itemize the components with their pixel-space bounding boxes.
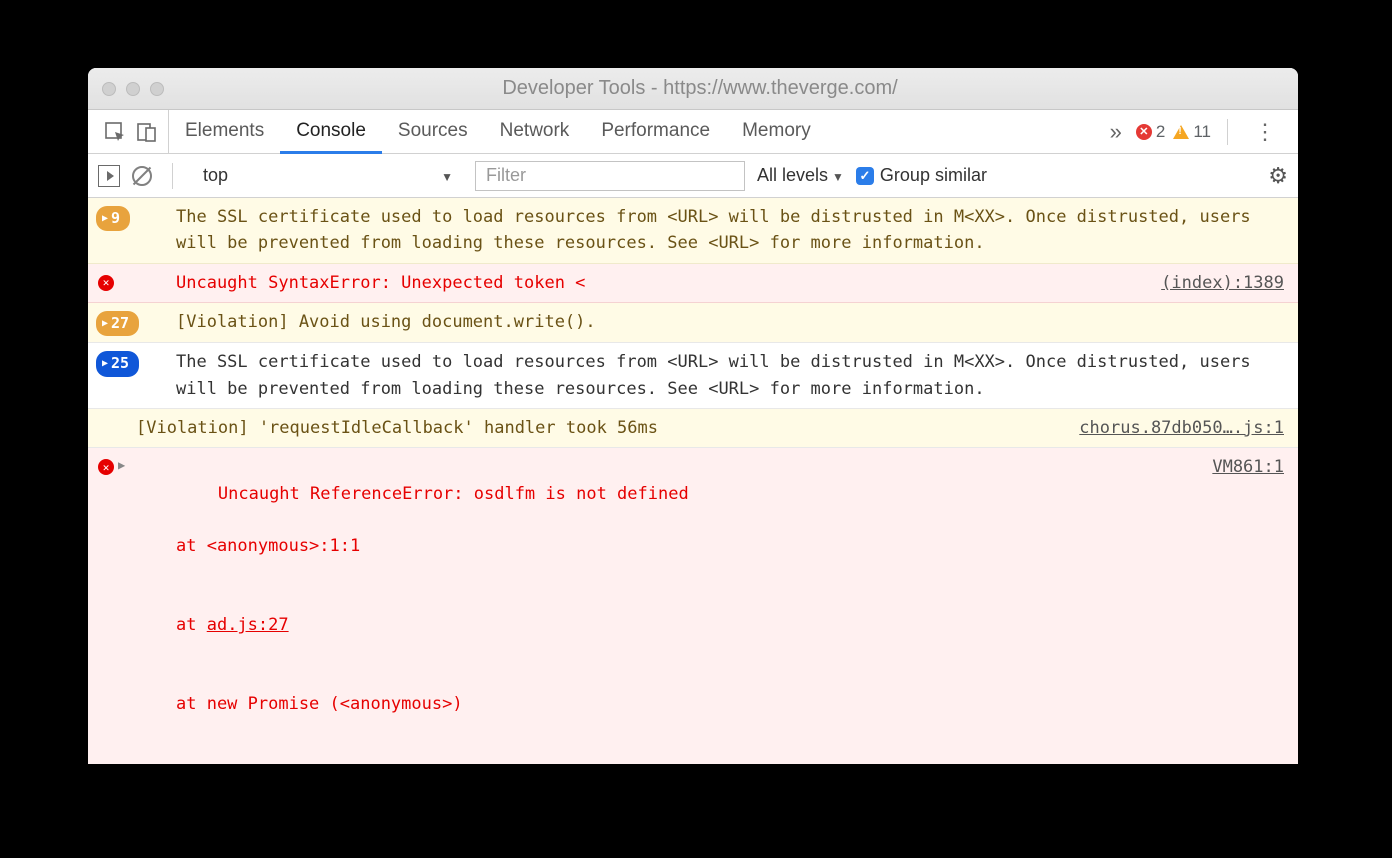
checkbox-checked-icon: ✓: [856, 167, 874, 185]
log-message: [Violation] 'requestIdleCallback' handle…: [136, 415, 1079, 441]
log-row[interactable]: ✕ ▶ Uncaught ReferenceError: osdlfm is n…: [88, 448, 1298, 764]
tabbar-right: » ✕ 2 11 ⋮: [1104, 110, 1292, 153]
log-source-link[interactable]: VM861:1: [1212, 454, 1284, 480]
group-count-pill[interactable]: 27: [96, 311, 139, 336]
log-message: Uncaught ReferenceError: osdlfm is not d…: [136, 454, 1212, 764]
panel-tabs: Elements Console Sources Network Perform…: [169, 110, 827, 153]
log-row[interactable]: ✕ Uncaught SyntaxError: Unexpected token…: [88, 264, 1298, 303]
main-tabbar: Elements Console Sources Network Perform…: [88, 110, 1298, 154]
log-source-link[interactable]: chorus.87db050….js:1: [1079, 415, 1284, 441]
error-text: Uncaught ReferenceError: osdlfm is not d…: [218, 484, 689, 504]
group-similar-checkbox[interactable]: ✓ Group similar: [856, 165, 987, 186]
log-gutter: [96, 415, 136, 417]
inspect-element-icon[interactable]: [104, 121, 126, 143]
group-count-pill[interactable]: 9: [96, 206, 130, 231]
log-row[interactable]: 9 The SSL certificate used to load resou…: [88, 198, 1298, 264]
log-message: [Violation] Avoid using document.write()…: [176, 309, 1284, 335]
log-row[interactable]: 25 The SSL certificate used to load reso…: [88, 343, 1298, 409]
more-tabs-icon[interactable]: »: [1104, 119, 1128, 145]
chevron-down-icon: [832, 165, 844, 186]
error-icon: ✕: [1136, 124, 1152, 140]
tab-sources[interactable]: Sources: [382, 111, 484, 154]
log-row[interactable]: [Violation] 'requestIdleCallback' handle…: [88, 409, 1298, 448]
log-gutter: ✕: [96, 270, 176, 291]
minimize-window-button[interactable]: [126, 82, 140, 96]
expand-arrow-icon[interactable]: ▶: [118, 456, 130, 475]
window-title: Developer Tools - https://www.theverge.c…: [164, 77, 1236, 100]
tabbar-left-tools: [94, 110, 169, 153]
levels-label: All levels: [757, 165, 828, 186]
log-levels-selector[interactable]: All levels: [757, 165, 844, 186]
tab-console[interactable]: Console: [280, 111, 382, 154]
settings-menu-icon[interactable]: ⋮: [1244, 119, 1286, 145]
warning-icon: [1173, 125, 1189, 139]
tab-network[interactable]: Network: [484, 111, 586, 154]
log-source-link[interactable]: (index):1389: [1161, 270, 1284, 296]
error-count: 2: [1156, 122, 1165, 142]
warning-count: 11: [1193, 122, 1211, 142]
log-gutter: 9: [96, 204, 176, 231]
stack-frame: at ad.js:27: [136, 612, 1192, 638]
error-count-badge[interactable]: ✕ 2: [1136, 122, 1165, 142]
separator: [172, 163, 173, 189]
chevron-down-icon: [441, 165, 453, 186]
log-gutter: 27: [96, 309, 176, 336]
error-icon: ✕: [98, 459, 114, 475]
log-gutter: 25: [96, 349, 176, 376]
console-settings-icon[interactable]: ⚙: [1268, 163, 1288, 189]
devtools-window: Developer Tools - https://www.theverge.c…: [88, 68, 1298, 764]
context-value: top: [203, 165, 228, 186]
filter-input[interactable]: [475, 161, 745, 191]
traffic-lights: [102, 82, 164, 96]
separator: [1227, 119, 1228, 145]
close-window-button[interactable]: [102, 82, 116, 96]
group-similar-label: Group similar: [880, 165, 987, 186]
toggle-sidebar-icon[interactable]: [98, 165, 120, 187]
stack-frame: at new Promise (<anonymous>): [136, 691, 1192, 717]
device-toolbar-icon[interactable]: [136, 121, 158, 143]
log-message: The SSL certificate used to load resourc…: [176, 349, 1284, 402]
console-toolbar: top All levels ✓ Group similar ⚙: [88, 154, 1298, 198]
clear-console-icon[interactable]: [132, 166, 152, 186]
titlebar: Developer Tools - https://www.theverge.c…: [88, 68, 1298, 110]
context-selector[interactable]: top: [193, 161, 463, 191]
log-message: Uncaught SyntaxError: Unexpected token <: [176, 270, 1161, 296]
stack-link[interactable]: ad.js:27: [207, 615, 289, 635]
log-gutter: ✕ ▶: [96, 454, 136, 475]
zoom-window-button[interactable]: [150, 82, 164, 96]
tab-memory[interactable]: Memory: [726, 111, 827, 154]
group-count-pill[interactable]: 25: [96, 351, 139, 376]
tab-elements[interactable]: Elements: [169, 111, 280, 154]
stack-frame: at <anonymous>:1:1: [136, 533, 1192, 559]
log-message: The SSL certificate used to load resourc…: [176, 204, 1284, 257]
warning-count-badge[interactable]: 11: [1173, 122, 1211, 142]
console-log-area[interactable]: 9 The SSL certificate used to load resou…: [88, 198, 1298, 764]
log-row[interactable]: 27 [Violation] Avoid using document.writ…: [88, 303, 1298, 343]
error-icon: ✕: [98, 275, 114, 291]
tab-performance[interactable]: Performance: [585, 111, 726, 154]
